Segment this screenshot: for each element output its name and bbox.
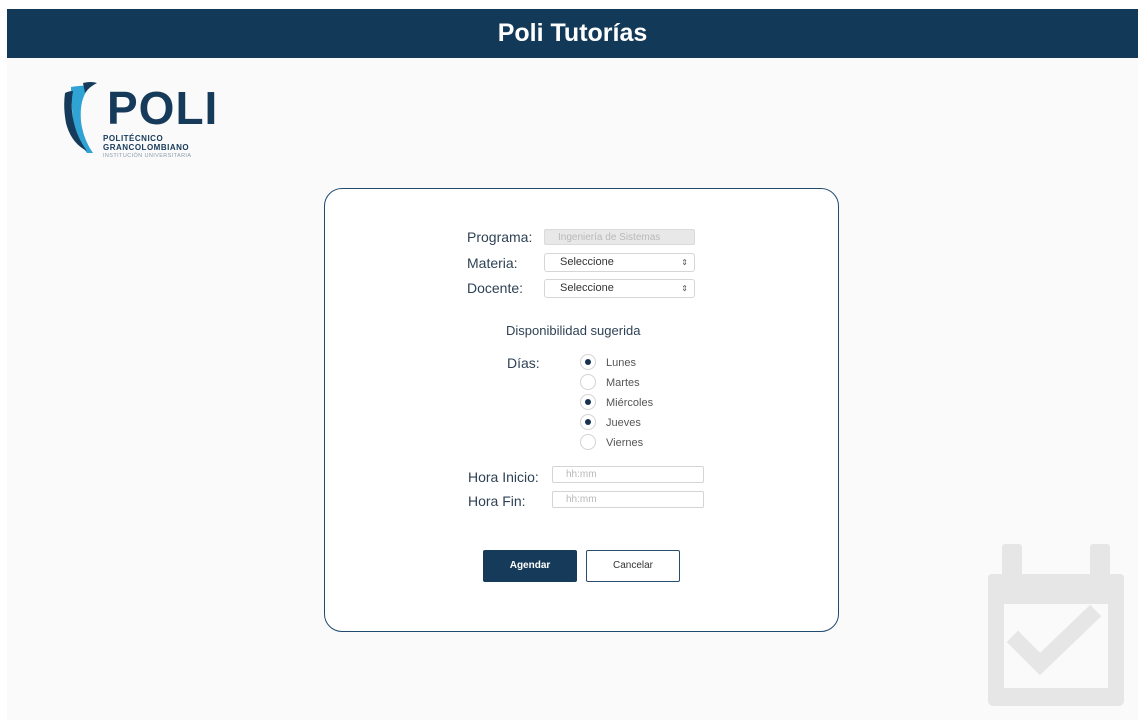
- hora-fin-input[interactable]: hh:mm: [552, 491, 704, 508]
- tutoria-form-card: Programa: Ingeniería de Sistemas Materia…: [324, 188, 839, 632]
- docente-label: Docente:: [467, 280, 524, 296]
- day-label-miercoles: Miércoles: [606, 397, 654, 409]
- availability-title: Disponibilidad sugerida: [506, 323, 641, 338]
- day-label-viernes: Viernes: [606, 437, 644, 449]
- hora-fin-label: Hora Fin:: [468, 493, 526, 509]
- select-arrows-icon: ⇕: [681, 258, 688, 267]
- day-label-lunes: Lunes: [606, 357, 636, 369]
- header-title: Poli Tutorías: [497, 19, 648, 47]
- logo-line1: POLITÉCNICO: [103, 134, 164, 143]
- select-arrows-icon: ⇕: [681, 284, 688, 293]
- hora-inicio-input[interactable]: hh:mm: [552, 466, 704, 483]
- materia-select-value: Seleccione: [560, 256, 614, 268]
- radio-miercoles[interactable]: [580, 394, 596, 410]
- radio-lunes[interactable]: [580, 354, 596, 370]
- programa-label: Programa:: [467, 229, 533, 245]
- agendar-button[interactable]: Agendar: [483, 550, 577, 582]
- logo-line3: INSTITUCIÓN UNIVERSITARIA: [103, 153, 192, 159]
- hora-inicio-label: Hora Inicio:: [468, 469, 539, 485]
- cancelar-button[interactable]: Cancelar: [586, 550, 680, 582]
- logo-line2: GRANCOLOMBIANO: [103, 143, 190, 152]
- day-label-martes: Martes: [606, 377, 640, 389]
- dias-label: Días:: [507, 355, 540, 371]
- radio-jueves[interactable]: [580, 414, 596, 430]
- logo-brand: POLI: [107, 82, 219, 134]
- radio-martes[interactable]: [580, 374, 596, 390]
- poli-logo: POLI POLITÉCNICO GRANCOLOMBIANO INSTITUC…: [61, 82, 221, 169]
- day-label-jueves: Jueves: [606, 417, 641, 429]
- calendar-check-icon: [988, 544, 1124, 706]
- app-header: Poli Tutorías: [7, 9, 1138, 58]
- docente-select[interactable]: Seleccione ⇕: [544, 279, 695, 298]
- radio-viernes[interactable]: [580, 434, 596, 450]
- docente-select-value: Seleccione: [560, 282, 614, 294]
- programa-field: Ingeniería de Sistemas: [544, 229, 695, 245]
- materia-label: Materia:: [467, 255, 518, 271]
- materia-select[interactable]: Seleccione ⇕: [544, 253, 695, 272]
- app-page: Poli Tutorías POLI POLITÉCNICO GRANCOLOM…: [7, 9, 1138, 720]
- logo-mark-icon: [64, 82, 97, 153]
